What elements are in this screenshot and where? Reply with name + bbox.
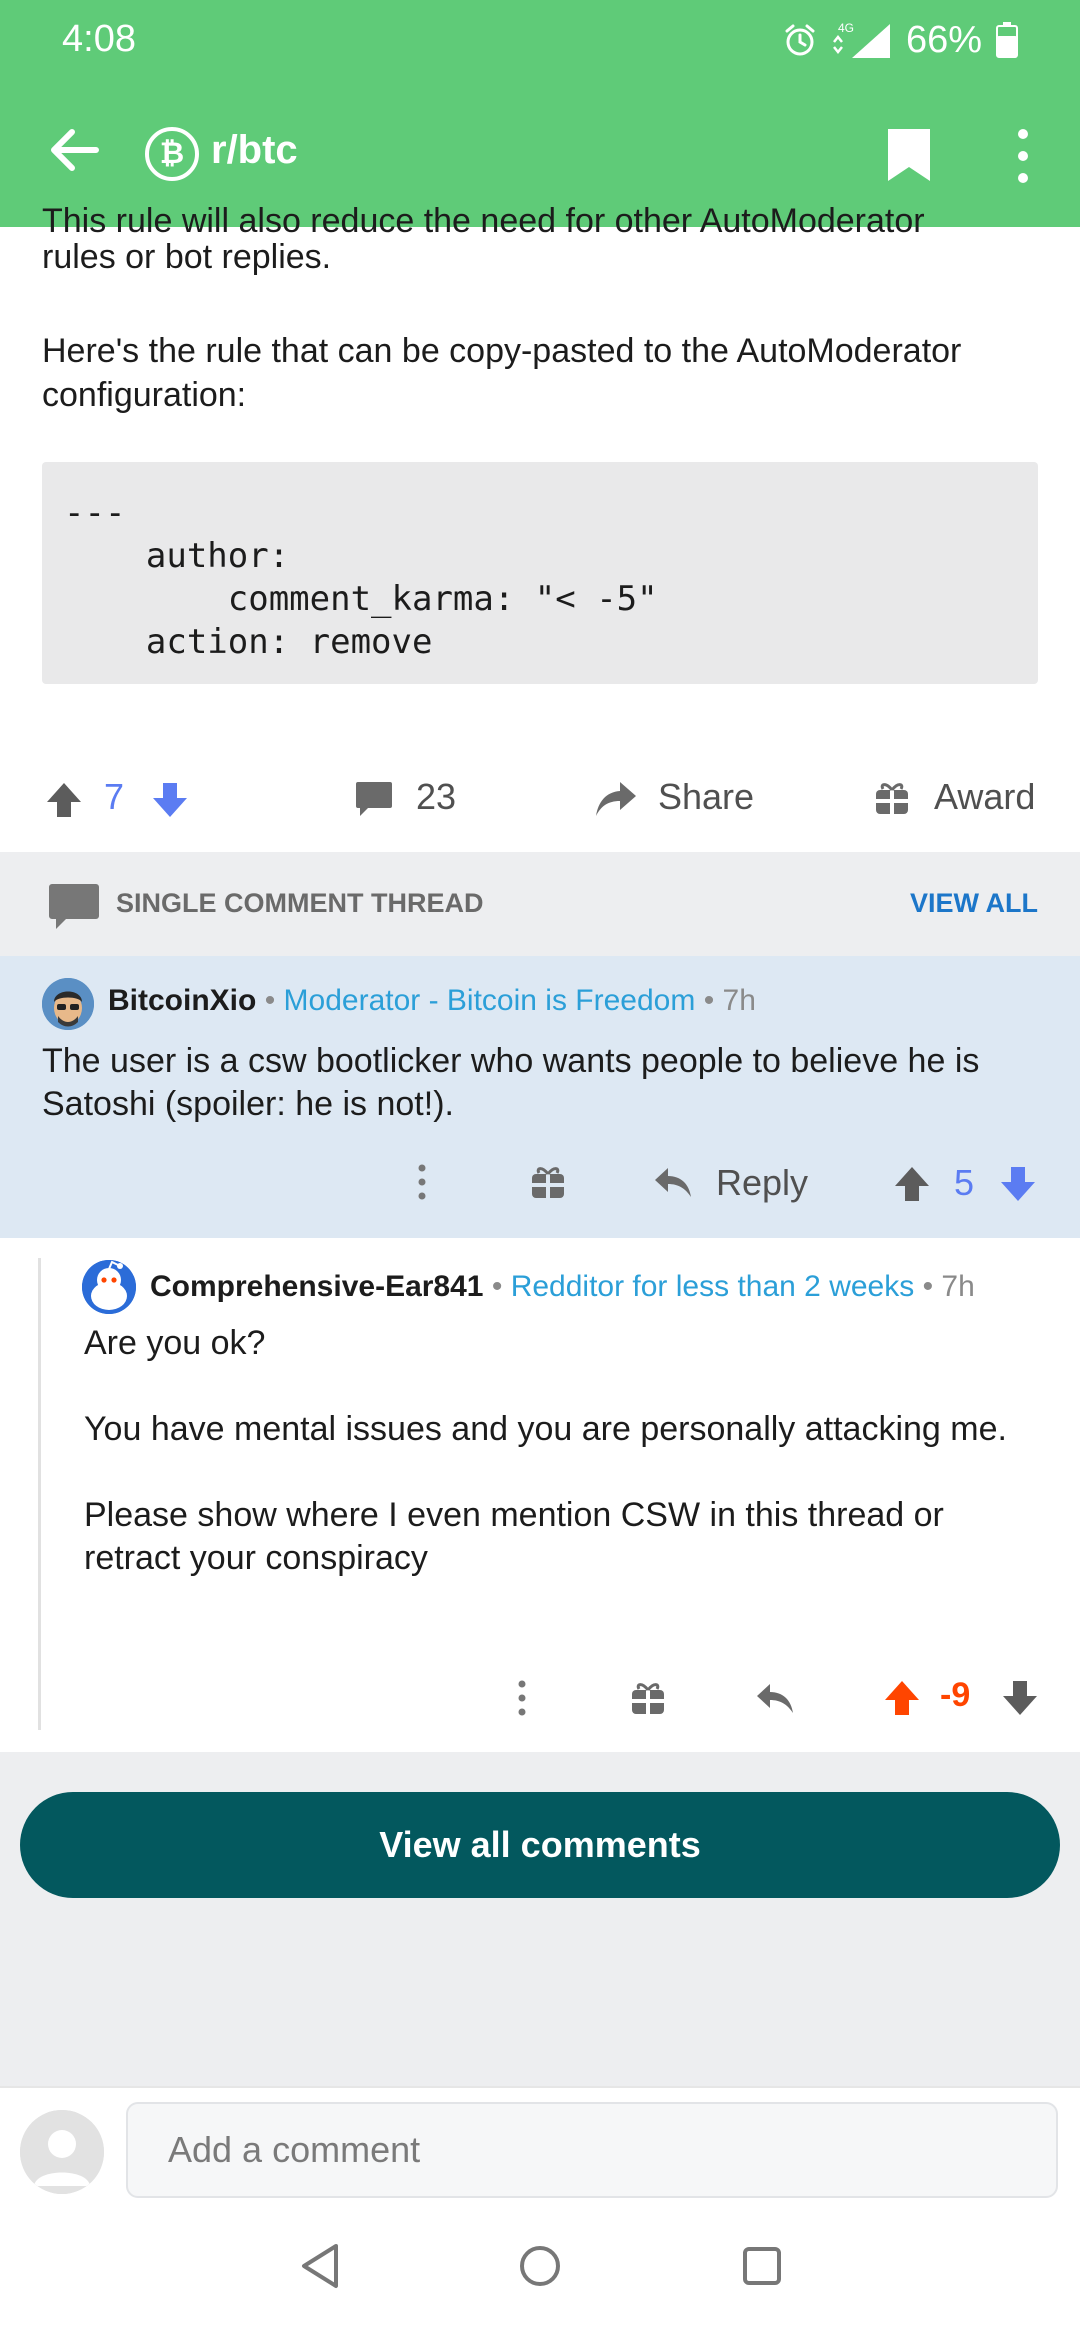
cellular-signal-icon: 4G bbox=[832, 21, 890, 58]
comment-body: Are you ok? You have mental issues and y… bbox=[84, 1324, 1007, 1577]
reply-arrow-icon[interactable] bbox=[754, 1680, 796, 1716]
bookmark-icon[interactable] bbox=[886, 127, 932, 183]
meta-separator: • bbox=[264, 984, 284, 1017]
reply-arrow-icon[interactable] bbox=[652, 1164, 694, 1200]
add-comment-input[interactable] bbox=[126, 2102, 1058, 2198]
nav-recents-icon[interactable] bbox=[742, 2246, 782, 2286]
post-text-paragraph: Here's the rule that can be copy-pasted … bbox=[42, 332, 962, 414]
upvote-arrow-icon[interactable] bbox=[892, 1164, 932, 1204]
avatar-face-icon bbox=[42, 978, 94, 1030]
meta-separator: • bbox=[922, 1270, 942, 1303]
single-comment-thread-header: SINGLE COMMENT THREAD VIEW ALL bbox=[0, 852, 1080, 956]
user-flair: Redditor for less than 2 weeks bbox=[510, 1270, 915, 1303]
upvote-arrow-icon[interactable] bbox=[882, 1678, 922, 1718]
thread-header-label: SINGLE COMMENT THREAD bbox=[116, 888, 484, 918]
award-gift-icon[interactable] bbox=[874, 780, 910, 816]
nav-home-icon[interactable] bbox=[518, 2244, 562, 2288]
status-icons: 4G 66% bbox=[782, 14, 1018, 66]
status-time: 4:08 bbox=[62, 18, 136, 60]
share-icon[interactable] bbox=[594, 778, 638, 820]
post-text-line: rules or bot replies. bbox=[42, 238, 332, 276]
view-all-section: View all comments bbox=[0, 1752, 1080, 2086]
post-actions-bar: 7 23 Share Award bbox=[0, 762, 1080, 838]
comment-score: 5 bbox=[954, 1162, 975, 1203]
system-navigation-bar bbox=[0, 2198, 1080, 2340]
comment-reply: Comprehensive-Ear841 • Redditor for less… bbox=[0, 1238, 1080, 1752]
meta-separator: • bbox=[491, 1270, 511, 1303]
comment-bubble-icon[interactable] bbox=[354, 780, 394, 818]
reply-button[interactable]: Reply bbox=[716, 1162, 808, 1204]
svg-text:4G: 4G bbox=[838, 21, 854, 35]
avatar[interactable] bbox=[82, 1260, 136, 1314]
view-all-link[interactable]: VIEW ALL bbox=[910, 888, 1038, 919]
more-options-icon[interactable] bbox=[1006, 126, 1040, 186]
share-button[interactable]: Share bbox=[658, 776, 754, 818]
award-gift-icon[interactable] bbox=[530, 1164, 566, 1200]
comment-meta: Comprehensive-Ear841 • Redditor for less… bbox=[150, 1270, 975, 1304]
upvote-arrow-icon[interactable] bbox=[44, 780, 84, 820]
avatar[interactable] bbox=[20, 2110, 104, 2194]
comment-time: 7h bbox=[941, 1270, 975, 1303]
battery-percent: 66% bbox=[905, 18, 982, 61]
downvote-arrow-icon[interactable] bbox=[150, 780, 190, 820]
thread-indent-line bbox=[38, 1258, 41, 1730]
more-options-icon[interactable] bbox=[514, 1678, 530, 1718]
comment-composer bbox=[0, 2086, 1080, 2198]
comment-time: 7h bbox=[722, 984, 756, 1017]
meta-separator: • bbox=[703, 984, 723, 1017]
nav-back-icon[interactable] bbox=[298, 2242, 342, 2290]
downvote-arrow-icon[interactable] bbox=[1000, 1678, 1040, 1718]
alarm-icon bbox=[785, 24, 815, 56]
comment-bubble-icon bbox=[49, 884, 99, 929]
downvote-arrow-icon[interactable] bbox=[998, 1164, 1038, 1204]
comments-count[interactable]: 23 bbox=[416, 776, 456, 818]
user-placeholder-icon bbox=[20, 2110, 104, 2194]
post-score: 7 bbox=[104, 776, 125, 817]
view-all-comments-button[interactable]: View all comments bbox=[20, 1792, 1060, 1898]
app-header: 4:08 4G 66% ₿ r/btc bbox=[0, 0, 1080, 227]
comment-actions: Reply 5 bbox=[0, 1152, 1080, 1212]
more-options-icon[interactable] bbox=[414, 1162, 430, 1202]
award-gift-icon[interactable] bbox=[630, 1680, 666, 1716]
user-flair: Moderator - Bitcoin is Freedom bbox=[283, 984, 696, 1017]
comment-highlighted: BitcoinXio • Moderator - Bitcoin is Free… bbox=[0, 956, 1080, 1238]
award-button[interactable]: Award bbox=[934, 776, 1035, 818]
code-block: --- author: comment_karma: "< -5" action… bbox=[42, 462, 1038, 684]
comment-author[interactable]: BitcoinXio bbox=[108, 984, 256, 1017]
comment-actions: -9 bbox=[0, 1676, 1080, 1738]
subreddit-icon[interactable]: ₿ bbox=[145, 127, 199, 181]
subreddit-name[interactable]: r/btc bbox=[211, 128, 298, 173]
avatar[interactable] bbox=[42, 978, 94, 1030]
comment-author[interactable]: Comprehensive-Ear841 bbox=[150, 1270, 484, 1303]
comment-body: The user is a csw bootlicker who wants p… bbox=[42, 1042, 980, 1123]
back-arrow-icon[interactable] bbox=[44, 120, 104, 180]
snoo-avatar-icon bbox=[82, 1260, 136, 1314]
comment-score: -9 bbox=[940, 1676, 971, 1714]
battery-icon bbox=[996, 22, 1018, 58]
comment-meta: BitcoinXio • Moderator - Bitcoin is Free… bbox=[108, 984, 756, 1018]
